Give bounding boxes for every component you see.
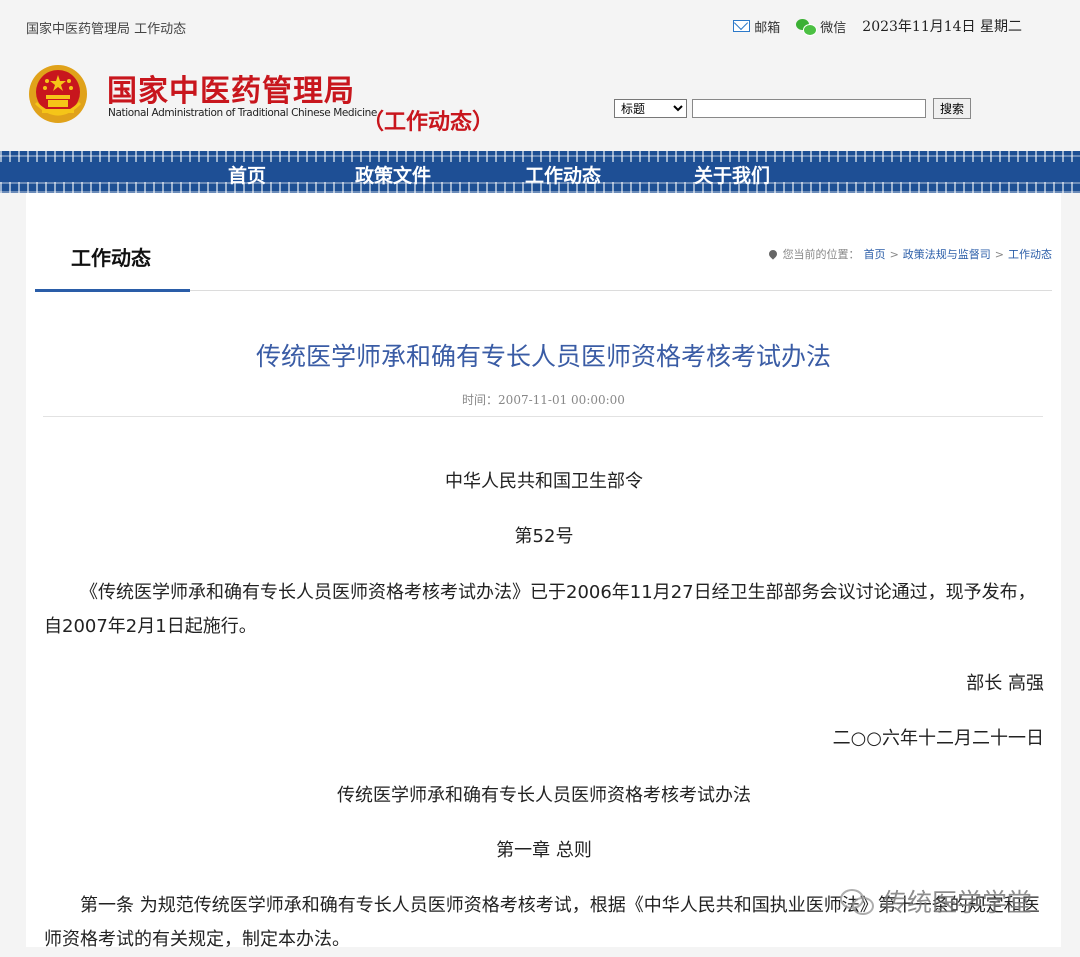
wechat-label: 微信 — [820, 20, 847, 36]
search-input[interactable] — [692, 99, 926, 118]
breadcrumb: 您当前的位置： 首页 > 政策法规与监督司 > 工作动态 — [766, 246, 1052, 262]
article-title: 传统医学师承和确有专长人员医师资格考核考试办法 — [255, 342, 831, 371]
site-header: 国家中医药管理局 National Administration of Trad… — [0, 44, 1080, 150]
nav-item-about[interactable]: 关于我们 — [694, 161, 770, 188]
decree-signature: 部长 高强 — [966, 673, 1044, 694]
watermark-text: 传统医学学堂 — [882, 888, 1033, 917]
breadcrumb-sep: > — [994, 247, 1004, 261]
decree-date: 二○○六年十二月二十一日 — [832, 728, 1044, 749]
regulation-title: 传统医学师承和确有专长人员医师资格考核考试办法 — [337, 785, 751, 806]
breadcrumb-link-home[interactable]: 首页 — [864, 246, 886, 262]
mail-link[interactable]: 邮箱 — [733, 17, 780, 36]
section-subtitle: （工作动态） — [362, 110, 495, 135]
tab-active-indicator — [35, 289, 190, 292]
logo-title: 国家中医药管理局 — [107, 74, 355, 109]
search-button[interactable]: 搜索 — [933, 98, 972, 119]
breadcrumb-prefix: 您当前的位置： — [782, 248, 860, 261]
chapter-heading: 第一章 总则 — [496, 840, 592, 861]
logo-english: National Administration of Traditional C… — [108, 107, 377, 119]
nav-item-home[interactable]: 首页 — [228, 161, 266, 188]
mail-icon — [733, 20, 751, 32]
watermark: 传统医学学堂 — [840, 883, 1032, 919]
location-pin-icon — [766, 248, 779, 260]
site-crumb: 国家中医药管理局 工作动态 — [26, 22, 187, 37]
mail-label: 邮箱 — [754, 20, 781, 36]
article-divider — [43, 416, 1043, 417]
wechat-link[interactable]: 微信 — [796, 17, 846, 36]
top-links: 邮箱 微信 2023年11月14日 星期二 — [733, 16, 1022, 36]
nav-item-policy[interactable]: 政策文件 — [355, 161, 431, 188]
search-bar: 标题 搜索 — [614, 98, 972, 119]
nav-item-news[interactable]: 工作动态 — [525, 161, 601, 188]
decree-number: 第52号 — [514, 526, 574, 547]
breadcrumb-link-dept[interactable]: 政策法规与监督司 — [903, 246, 991, 262]
decree-heading: 中华人民共和国卫生部令 — [445, 471, 643, 492]
section-tab-title[interactable]: 工作动态 — [71, 242, 151, 271]
national-emblem-icon — [29, 65, 87, 123]
main-nav: 首页 政策文件 工作动态 关于我们 — [0, 151, 1080, 193]
article-time: 时间：2007-11-01 00:00:00 — [462, 393, 625, 407]
wechat-icon — [796, 18, 818, 36]
wechat-watermark-icon — [840, 887, 874, 915]
breadcrumb-sep: > — [889, 247, 899, 261]
search-field-select[interactable]: 标题 — [614, 99, 687, 118]
current-date: 2023年11月14日 星期二 — [862, 19, 1022, 35]
breadcrumb-link-news[interactable]: 工作动态 — [1008, 246, 1052, 262]
content-panel: 工作动态 您当前的位置： 首页 > 政策法规与监督司 > 工作动态 传统医学师承… — [26, 193, 1061, 950]
decree-paragraph: 《传统医学师承和确有专长人员医师资格考核考试办法》已于2006年11月27日经卫… — [44, 582, 1036, 637]
top-bar: 国家中医药管理局 工作动态 邮箱 微信 2023年11月14日 星期二 — [0, 0, 1080, 44]
